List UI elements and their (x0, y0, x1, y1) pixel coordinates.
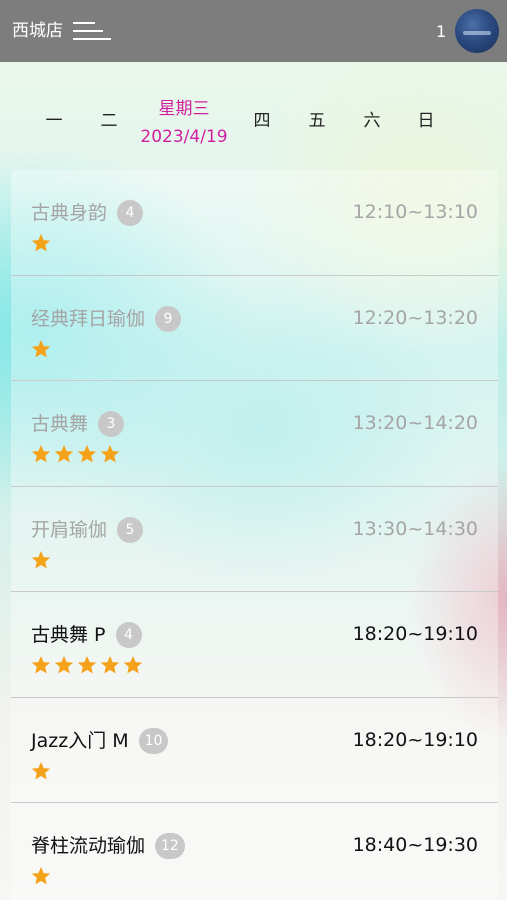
star-icon (76, 654, 98, 676)
booked-count-badge: 4 (117, 200, 144, 226)
class-row[interactable]: 古典舞 3 13:20~14:20 (11, 381, 498, 487)
class-time: 12:10~13:10 (352, 201, 478, 223)
week-selector: 一 二 星期三 2023/4/19 四 五 六 日 (0, 92, 507, 152)
class-row[interactable]: Jazz入门 M 10 18:20~19:10 (11, 698, 498, 803)
store-name[interactable]: 西城店 (12, 20, 63, 42)
top-bar: 西城店 1 (0, 0, 507, 62)
booked-count-badge: 3 (98, 411, 125, 437)
star-icon (30, 760, 52, 782)
rating-stars (30, 549, 52, 571)
class-row[interactable]: 开肩瑜伽 5 13:30~14:30 (11, 487, 498, 592)
day-tue[interactable]: 二 (89, 106, 129, 131)
day-sat[interactable]: 六 (352, 106, 392, 131)
class-name: 古典身韵 4 (31, 200, 144, 226)
class-time: 13:20~14:20 (352, 412, 478, 434)
class-time: 18:40~19:30 (352, 834, 478, 856)
class-name: 古典舞 P 4 (31, 622, 142, 648)
rating-stars (30, 760, 52, 782)
class-name-text: 开肩瑜伽 (31, 518, 108, 541)
rating-stars (30, 865, 52, 887)
class-time: 18:20~19:10 (352, 623, 478, 645)
class-row[interactable]: 经典拜日瑜伽 9 12:20~13:20 (11, 276, 498, 381)
rating-stars (30, 443, 121, 465)
class-name-text: 古典舞 (31, 413, 89, 435)
class-row[interactable]: 古典身韵 4 12:10~13:10 (11, 170, 498, 276)
star-icon (30, 443, 52, 465)
star-icon (30, 232, 52, 254)
booked-count-badge: 9 (155, 305, 182, 332)
class-time: 13:30~14:30 (352, 517, 478, 540)
star-icon (122, 654, 144, 676)
selected-day-name: 星期三 (158, 99, 210, 119)
selected-day-date: 2023/4/19 (140, 127, 228, 147)
star-icon (53, 654, 75, 676)
class-name: 古典舞 3 (31, 411, 125, 437)
booked-count-badge: 10 (138, 727, 169, 754)
class-name-text: 脊柱流动瑜伽 (31, 835, 146, 857)
star-icon (30, 865, 52, 887)
day-mon[interactable]: 一 (34, 106, 74, 131)
class-time: 18:20~19:10 (352, 728, 478, 751)
day-fri[interactable]: 五 (297, 106, 337, 131)
star-icon (30, 549, 52, 571)
star-icon (53, 443, 75, 465)
day-thu[interactable]: 四 (242, 106, 282, 131)
class-name-text: 古典舞 P (31, 624, 106, 646)
star-icon (99, 654, 121, 676)
class-row[interactable]: 古典舞 P 4 18:20~19:10 (11, 592, 498, 698)
class-time: 12:20~13:20 (352, 306, 478, 329)
class-name: 开肩瑜伽 5 (31, 516, 144, 543)
day-wed-selected[interactable]: 星期三 2023/4/19 (128, 98, 240, 148)
notification-count: 1 (436, 22, 447, 41)
rating-stars (30, 232, 52, 254)
star-icon (99, 443, 121, 465)
class-name-text: Jazz入门 M (31, 729, 129, 752)
class-name: 脊柱流动瑜伽 12 (31, 833, 185, 859)
user-avatar[interactable] (455, 9, 499, 53)
booked-count-badge: 5 (117, 516, 144, 543)
star-icon (30, 338, 52, 360)
class-row[interactable]: 脊柱流动瑜伽 12 18:40~19:30 (11, 803, 498, 900)
hamburger-menu-icon[interactable] (73, 21, 113, 41)
star-icon (30, 654, 52, 676)
rating-stars (30, 338, 52, 360)
class-name: 经典拜日瑜伽 9 (31, 305, 182, 332)
rating-stars (30, 654, 144, 676)
class-name-text: 古典身韵 (31, 202, 108, 224)
class-name-text: 经典拜日瑜伽 (31, 307, 146, 330)
class-name: Jazz入门 M 10 (31, 727, 169, 754)
booked-count-badge: 4 (115, 622, 142, 648)
star-icon (76, 443, 98, 465)
class-list: 古典身韵 4 12:10~13:10 经典拜日瑜伽 9 12:20~13:20 古典舞 3 13… (11, 170, 498, 900)
day-sun[interactable]: 日 (406, 106, 446, 131)
booked-count-badge: 12 (155, 833, 185, 859)
